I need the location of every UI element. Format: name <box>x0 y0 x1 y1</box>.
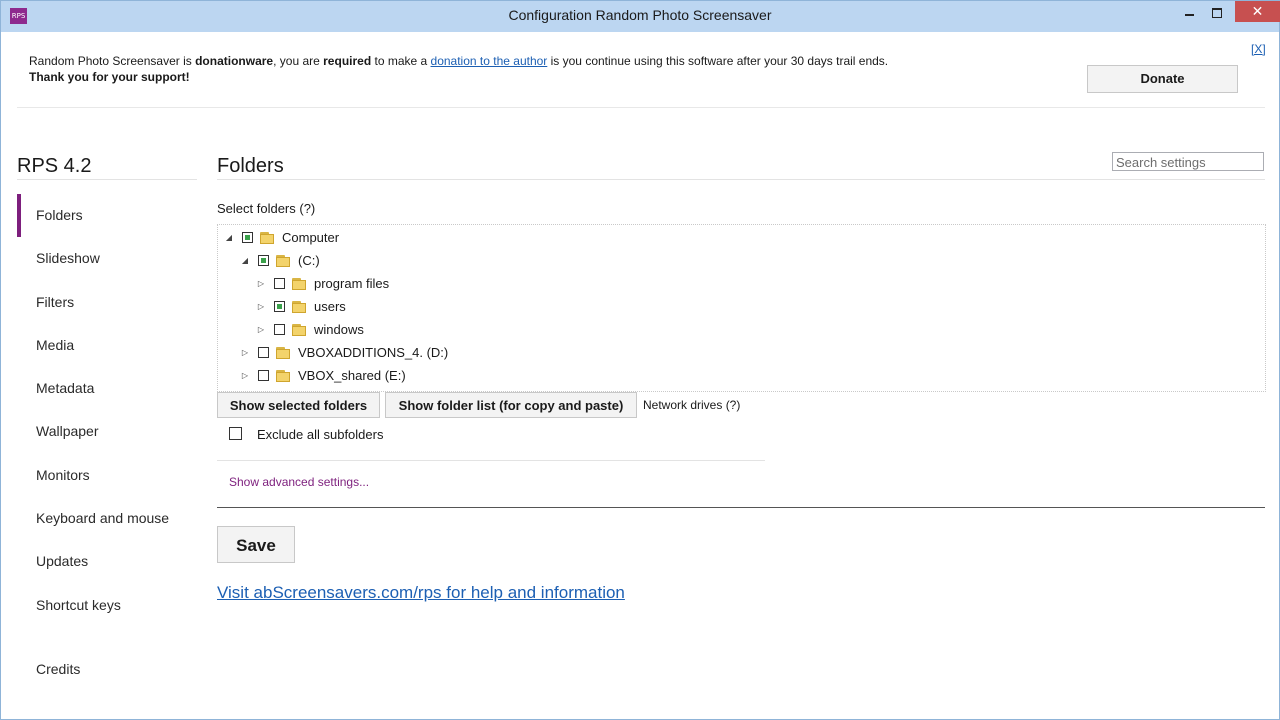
tree-checkbox[interactable] <box>258 255 269 266</box>
network-drives-link[interactable]: Network drives (?) <box>643 398 740 412</box>
maximize-button[interactable] <box>1203 1 1231 23</box>
divider <box>217 507 1265 508</box>
tree-checkbox[interactable] <box>258 370 269 381</box>
divider <box>17 107 1265 108</box>
folder-icon <box>292 300 306 313</box>
close-button[interactable]: ✕ <box>1235 1 1280 22</box>
sidebar-item-folders[interactable]: Folders <box>17 193 197 238</box>
folder-icon <box>292 323 306 336</box>
exclude-subfolders-checkbox[interactable] <box>229 427 242 440</box>
sidebar-item-credits[interactable]: Credits <box>36 661 80 677</box>
collapsed-arrow-icon[interactable]: ▷ <box>240 366 250 386</box>
sidebar-item-metadata[interactable]: Metadata <box>17 366 197 409</box>
tree-checkbox[interactable] <box>274 278 285 289</box>
sidebar-item-slideshow[interactable]: Slideshow <box>17 236 197 279</box>
sidebar-item-keyboard-and-mouse[interactable]: Keyboard and mouse <box>17 496 197 539</box>
divider <box>217 179 1265 180</box>
collapsed-arrow-icon[interactable]: ▷ <box>240 343 250 363</box>
show-selected-folders-button[interactable]: Show selected folders <box>217 392 380 418</box>
expanded-arrow-icon[interactable]: ◢ <box>240 251 250 271</box>
collapsed-arrow-icon[interactable]: ▷ <box>256 274 266 294</box>
donation-link[interactable]: donation to the author <box>431 54 548 68</box>
app-window: RPS Configuration Random Photo Screensav… <box>0 0 1280 720</box>
tree-row[interactable]: ◢ (C:) <box>240 251 540 271</box>
tree-row[interactable]: ▷ windows <box>256 320 556 340</box>
tree-label: windows <box>314 322 364 337</box>
minimize-icon <box>1184 13 1194 16</box>
maximize-icon <box>1212 7 1222 18</box>
folder-icon <box>260 231 274 244</box>
tree-label: program files <box>314 276 390 291</box>
donate-button[interactable]: Donate <box>1087 65 1238 93</box>
notice-thanks: Thank you for your support! <box>29 70 190 84</box>
tree-checkbox[interactable] <box>258 347 269 358</box>
collapsed-arrow-icon[interactable]: ▷ <box>256 320 266 340</box>
tree-row[interactable]: ▷ program files <box>256 274 556 294</box>
tree-label: VBOXADDITIONS_4. (D:) <box>298 345 449 360</box>
show-folder-list-button[interactable]: Show folder list (for copy and paste) <box>385 392 637 418</box>
tree-label: (C:) <box>298 253 320 268</box>
page-title: Folders <box>217 155 284 177</box>
show-advanced-settings-link[interactable]: Show advanced settings... <box>229 475 369 489</box>
tree-row[interactable]: ▷ VBOXADDITIONS_4. (D:) <box>240 343 540 363</box>
notice-close-link[interactable]: [X] <box>1251 42 1266 56</box>
save-button[interactable]: Save <box>217 526 295 563</box>
expanded-arrow-icon[interactable]: ◢ <box>224 228 234 248</box>
select-folders-label[interactable]: Select folders (?) <box>217 201 315 216</box>
window-title: Configuration Random Photo Screensaver <box>508 7 772 23</box>
donation-notice: Random Photo Screensaver is donationware… <box>29 53 1069 85</box>
sidebar-item-wallpaper[interactable]: Wallpaper <box>17 409 197 452</box>
tree-checkbox[interactable] <box>274 324 285 335</box>
tree-label: VBOX_shared (E:) <box>298 368 406 383</box>
sidebar-item-shortcut-keys[interactable]: Shortcut keys <box>17 583 197 626</box>
divider <box>217 460 765 461</box>
notice-text: is you continue using this software afte… <box>547 54 889 68</box>
tree-row[interactable]: ◢ Computer <box>224 228 524 248</box>
folder-icon <box>276 254 290 267</box>
minimize-button[interactable] <box>1175 1 1203 23</box>
tree-row[interactable]: ▷ VBOX_shared (E:) <box>240 366 540 386</box>
folder-icon <box>276 346 290 359</box>
notice-text: Random Photo Screensaver is <box>29 54 196 68</box>
sidebar-item-filters[interactable]: Filters <box>17 280 197 323</box>
folder-tree: ◢ Computer ◢ (C:) ▷ program files ▷ user… <box>217 224 1266 392</box>
collapsed-arrow-icon[interactable]: ▷ <box>256 297 266 317</box>
tree-row[interactable]: ▷ users <box>256 297 556 317</box>
title-bar[interactable]: RPS Configuration Random Photo Screensav… <box>1 1 1280 32</box>
sidebar-item-media[interactable]: Media <box>17 323 197 366</box>
version-label: RPS 4.2 <box>17 155 92 177</box>
close-icon: ✕ <box>1251 4 1264 20</box>
notice-bold-donationware: donationware <box>195 54 274 68</box>
tree-checkbox[interactable] <box>242 232 253 243</box>
sidebar-nav: Folders Slideshow Filters Media Metadata… <box>17 193 197 626</box>
notice-text: , you are <box>273 54 324 68</box>
folder-icon <box>292 277 306 290</box>
tree-label: users <box>314 299 346 314</box>
notice-text: to make a <box>371 54 431 68</box>
folder-icon <box>276 369 290 382</box>
sidebar-item-monitors[interactable]: Monitors <box>17 453 197 496</box>
sidebar-item-updates[interactable]: Updates <box>17 539 197 582</box>
notice-bold-required: required <box>323 54 372 68</box>
exclude-subfolders-label[interactable]: Exclude all subfolders <box>257 427 383 442</box>
search-input[interactable]: Search settings <box>1112 152 1264 171</box>
tree-label: Computer <box>282 230 340 245</box>
tree-checkbox[interactable] <box>274 301 285 312</box>
help-link[interactable]: Visit abScreensavers.com/rps for help an… <box>217 583 625 603</box>
divider <box>17 179 197 180</box>
